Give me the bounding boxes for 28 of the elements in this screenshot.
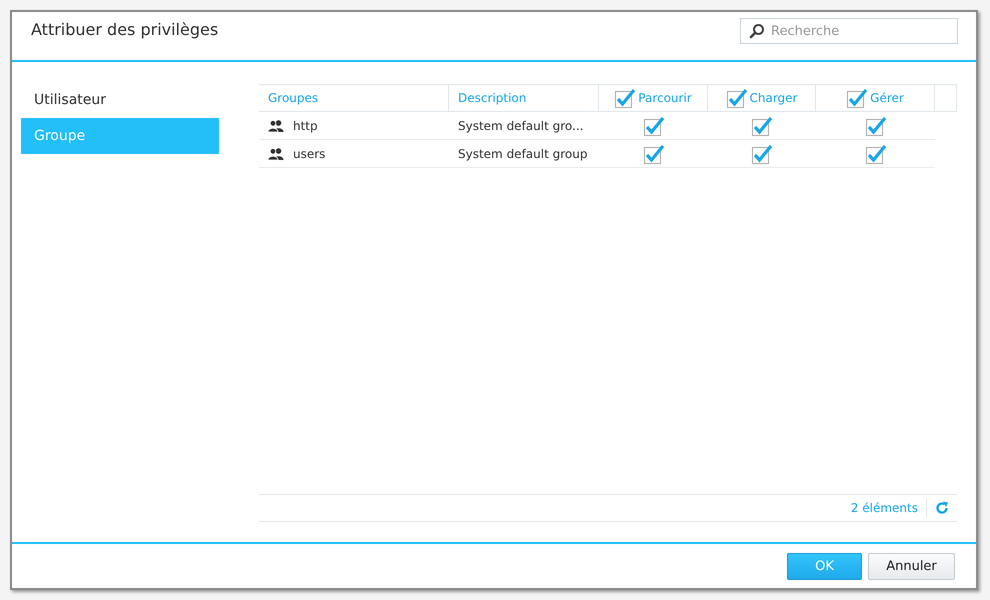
column-header[interactable]: Charger (750, 91, 798, 105)
column-header[interactable]: Parcourir (638, 91, 692, 105)
refresh-icon[interactable] (935, 501, 949, 515)
checkbox[interactable] (846, 87, 868, 109)
checkbox[interactable] (726, 87, 748, 109)
checkbox[interactable] (864, 114, 886, 136)
table-cell: http (293, 118, 318, 132)
table-cell: users (293, 146, 326, 160)
checkbox[interactable] (642, 142, 664, 164)
cancel-button[interactable]: Annuler (868, 552, 955, 580)
checkbox[interactable] (642, 114, 664, 136)
checkbox[interactable] (751, 142, 773, 164)
column-header[interactable]: Description (458, 91, 526, 105)
sidebar-item[interactable]: Groupe (21, 118, 219, 154)
table-cell: System default gro... (458, 118, 584, 132)
item-count: 2 éléments (850, 501, 918, 515)
column-header[interactable]: Gérer (870, 91, 904, 105)
search-field[interactable]: Recherche (740, 18, 958, 44)
table-cell: System default group (458, 146, 588, 160)
ok-button[interactable]: OK (787, 552, 862, 580)
checkbox[interactable] (864, 142, 886, 164)
group-icon (268, 120, 284, 132)
group-icon (268, 148, 284, 160)
checkbox[interactable] (751, 114, 773, 136)
window-title: Attribuer des privilèges (31, 20, 218, 39)
checkbox[interactable] (614, 87, 636, 109)
column-header[interactable]: Groupes (268, 91, 318, 105)
sidebar-item[interactable]: Utilisateur (21, 82, 219, 118)
